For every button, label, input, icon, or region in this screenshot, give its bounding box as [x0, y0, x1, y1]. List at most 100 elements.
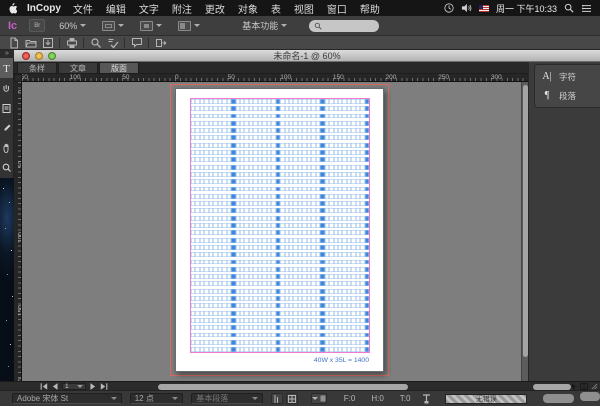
menubar-menu-10[interactable]: 帮助	[360, 1, 380, 16]
horizontal-ruler[interactable]: 15010050050100150200250300350	[22, 74, 528, 82]
vertical-scrollbar[interactable]	[521, 82, 528, 381]
split-view-icon[interactable]	[580, 383, 588, 390]
view-tab-inactive[interactable]: 文章	[58, 62, 98, 73]
bridge-button[interactable]: Br	[29, 19, 45, 32]
paragraph-panel-button[interactable]: ¶段落	[535, 86, 600, 105]
page-number-field[interactable]: 1	[62, 383, 86, 390]
grid-line	[191, 172, 369, 177]
ruler-origin-corner[interactable]	[14, 74, 22, 82]
view-options-dropdown[interactable]	[102, 21, 124, 31]
find-icon[interactable]	[87, 37, 104, 49]
chevron-down-icon	[80, 24, 86, 27]
save-icon[interactable]	[39, 37, 56, 49]
apple-menu-icon[interactable]	[8, 3, 17, 14]
font-family-dropdown[interactable]: Adobe 宋体 St	[12, 393, 122, 404]
paragraph-style-value: 基本段落	[196, 393, 228, 404]
status-decoration	[543, 394, 574, 403]
previous-page-button[interactable]	[52, 383, 58, 390]
grid-line	[191, 216, 369, 221]
grid-line	[191, 194, 369, 199]
vertical-ruler[interactable]: 050100150200	[14, 82, 22, 381]
status-decoration	[580, 392, 600, 401]
view-tab-active[interactable]: 版面	[99, 62, 139, 73]
h-ruler-label: 0	[175, 74, 179, 81]
chevron-down-icon	[194, 24, 200, 27]
tools-panel-header[interactable]: »	[0, 50, 14, 58]
resize-grip-icon[interactable]	[591, 383, 598, 390]
grid-line	[191, 333, 369, 338]
vertical-text-toggle[interactable]	[271, 393, 283, 404]
chevron-down-icon	[77, 385, 83, 388]
grid-view-toggle[interactable]	[286, 393, 298, 404]
horizontal-scrollbar-thumb[interactable]	[158, 384, 408, 390]
open-icon[interactable]	[22, 37, 39, 49]
workspace-switcher[interactable]: 基本功能	[242, 19, 287, 32]
screen-mode-icon	[140, 21, 153, 31]
panel-label: 字符	[559, 71, 576, 83]
search-input[interactable]	[309, 20, 379, 32]
notification-center-icon[interactable]	[581, 4, 592, 13]
screen-mode-dropdown[interactable]	[140, 21, 162, 31]
hand-tool[interactable]	[0, 138, 13, 158]
grid-line	[191, 267, 369, 272]
cursor-icon[interactable]	[571, 383, 577, 390]
menubar-menu-3[interactable]: 文字	[139, 1, 159, 16]
view-tab-inactive[interactable]: 条样	[17, 62, 57, 73]
first-page-button[interactable]	[40, 383, 48, 390]
menubar-clock[interactable]: 周一 下午10:33	[496, 2, 557, 15]
clock-icon[interactable]	[444, 3, 454, 13]
menubar-menu-9[interactable]: 窗口	[327, 1, 347, 16]
grid-marker-cell	[365, 333, 369, 338]
type-tool[interactable]: T	[0, 58, 13, 78]
spotlight-icon[interactable]	[564, 3, 574, 13]
grid-line	[191, 128, 369, 133]
menubar-menu-4[interactable]: 附注	[172, 1, 192, 16]
menubar-menu-7[interactable]: 表	[271, 1, 281, 16]
grid-line	[191, 179, 369, 184]
pasteboard[interactable]: 40W x 35L = 1400	[22, 82, 521, 381]
paragraph-style-dropdown[interactable]: 基本段落	[191, 393, 263, 404]
menubar-app-name[interactable]: InCopy	[27, 3, 61, 14]
frame-grid[interactable]	[191, 99, 369, 352]
menubar-menus: 文件编辑文字附注更改对象表视图窗口帮助	[73, 1, 380, 16]
grid-marker-cell	[365, 201, 369, 206]
menubar-menu-6[interactable]: 对象	[238, 1, 258, 16]
grid-marker-cell	[365, 135, 369, 140]
track-changes-icon[interactable]	[152, 37, 169, 49]
page[interactable]: 40W x 35L = 1400	[175, 88, 384, 372]
note-icon[interactable]	[128, 37, 145, 49]
menubar-menu-1[interactable]: 文件	[73, 1, 93, 16]
menubar-menu-8[interactable]: 视图	[294, 1, 314, 16]
print-icon[interactable]	[63, 37, 80, 49]
last-page-button[interactable]	[100, 383, 108, 390]
toolbar-separator	[124, 38, 125, 48]
grid-marker-cell	[365, 194, 369, 199]
desktop-wallpaper	[0, 178, 14, 381]
depth-ruler-icon	[422, 394, 431, 404]
zoom-level-dropdown[interactable]: 60%	[59, 21, 86, 31]
input-flag-icon[interactable]	[479, 5, 489, 12]
chevron-down-icon	[252, 397, 258, 400]
spell-check-icon[interactable]	[104, 37, 121, 49]
document-title-bar[interactable]: 未命名-1 @ 60%	[14, 50, 600, 62]
menubar-menu-5[interactable]: 更改	[205, 1, 225, 16]
character-panel-icon: A|	[541, 71, 553, 82]
grid-marker-cell	[365, 114, 369, 119]
font-size-dropdown[interactable]: 12 点	[130, 393, 184, 404]
volume-icon[interactable]	[461, 3, 472, 13]
new-document-icon[interactable]	[5, 37, 22, 49]
h-ruler-label: 150	[333, 74, 344, 81]
arrange-documents-dropdown[interactable]	[178, 21, 200, 31]
panel-menu-button[interactable]	[311, 393, 327, 404]
position-tool[interactable]	[0, 78, 13, 98]
character-panel-button[interactable]: A| 字符	[535, 67, 600, 86]
grid-marker-cell	[365, 238, 369, 243]
menubar-menu-2[interactable]: 编辑	[106, 1, 126, 16]
horizontal-scrollbar-right[interactable]	[533, 384, 571, 390]
zoom-tool[interactable]	[0, 158, 13, 178]
next-page-button[interactable]	[90, 383, 96, 390]
eyedropper-tool[interactable]	[0, 118, 13, 138]
note-tool[interactable]	[0, 98, 13, 118]
quick-toolbar	[0, 36, 600, 50]
grid-line	[191, 347, 369, 352]
